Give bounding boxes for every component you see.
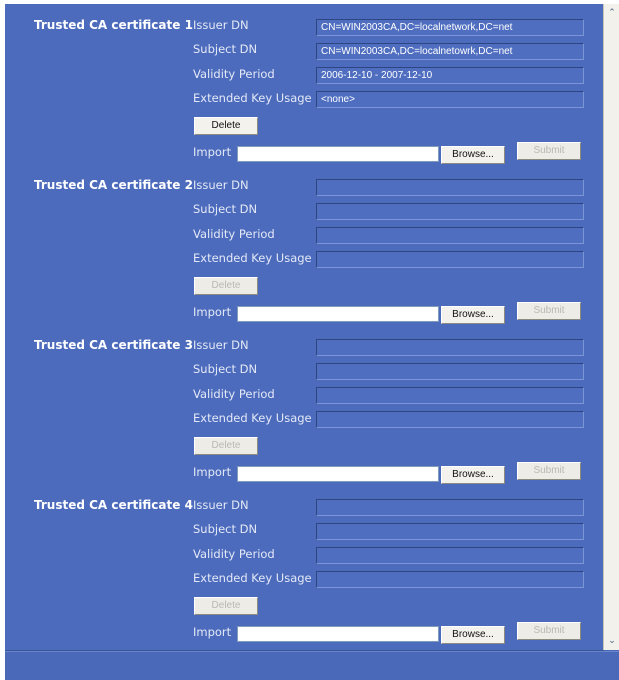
cert-section-3: Trusted CA certificate 3 Issuer DN Subje… <box>5 324 603 484</box>
delete-button[interactable]: Delete <box>194 597 258 615</box>
subject-dn-label: Subject DN <box>193 362 258 376</box>
validity-period-value: 2006-12-10 - 2007-12-10 <box>316 67 584 84</box>
scroll-down-icon[interactable]: ⌄ <box>605 634 619 648</box>
cert-section-2: Trusted CA certificate 2 Issuer DN Subje… <box>5 164 603 324</box>
subject-dn-label: Subject DN <box>193 42 258 56</box>
import-label: Import <box>193 305 232 319</box>
submit-button[interactable]: Submit <box>517 622 581 640</box>
subject-dn-label: Subject DN <box>193 522 258 536</box>
vertical-scrollbar[interactable]: ⌃ ⌄ <box>603 4 619 650</box>
extended-key-usage-value <box>316 251 584 268</box>
validity-period-value <box>316 227 584 244</box>
cert-title: Trusted CA certificate 3 <box>34 338 193 352</box>
cert-section-1: Trusted CA certificate 1 Issuer DN CN=WI… <box>5 4 603 164</box>
subject-dn-value <box>316 363 584 380</box>
submit-button[interactable]: Submit <box>517 462 581 480</box>
cert-title: Trusted CA certificate 2 <box>34 178 193 192</box>
extended-key-usage-label: Extended Key Usage <box>193 571 312 585</box>
browse-button[interactable]: Browse... <box>441 626 505 644</box>
browse-button[interactable]: Browse... <box>441 466 505 484</box>
cert-title: Trusted CA certificate 1 <box>34 18 193 32</box>
bottom-strip <box>5 651 619 680</box>
issuer-dn-value <box>316 339 584 356</box>
import-label: Import <box>193 145 232 159</box>
import-file-input[interactable] <box>237 306 439 322</box>
submit-button[interactable]: Submit <box>517 302 581 320</box>
import-label: Import <box>193 465 232 479</box>
extended-key-usage-label: Extended Key Usage <box>193 91 312 105</box>
extended-key-usage-value <box>316 411 584 428</box>
validity-period-label: Validity Period <box>193 67 275 81</box>
import-file-input[interactable] <box>237 146 439 162</box>
issuer-dn-label: Issuer DN <box>193 338 249 352</box>
browse-button[interactable]: Browse... <box>441 146 505 164</box>
delete-button[interactable]: Delete <box>194 277 258 295</box>
import-file-input[interactable] <box>237 626 439 642</box>
import-file-input[interactable] <box>237 466 439 482</box>
scroll-up-icon[interactable]: ⌃ <box>605 6 619 20</box>
subject-dn-value <box>316 523 584 540</box>
extended-key-usage-value <box>316 571 584 588</box>
settings-frame: Trusted CA certificate 1 Issuer DN CN=WI… <box>5 4 619 680</box>
issuer-dn-value <box>316 499 584 516</box>
issuer-dn-label: Issuer DN <box>193 178 249 192</box>
subject-dn-label: Subject DN <box>193 202 258 216</box>
extended-key-usage-label: Extended Key Usage <box>193 411 312 425</box>
delete-button[interactable]: Delete <box>194 117 258 135</box>
subject-dn-value: CN=WIN2003CA,DC=localnetowrk,DC=net <box>316 43 584 60</box>
browse-button[interactable]: Browse... <box>441 306 505 324</box>
validity-period-value <box>316 387 584 404</box>
issuer-dn-value <box>316 179 584 196</box>
validity-period-label: Validity Period <box>193 547 275 561</box>
extended-key-usage-value: <none> <box>316 91 584 108</box>
import-label: Import <box>193 625 232 639</box>
certificate-panel: Trusted CA certificate 1 Issuer DN CN=WI… <box>5 4 604 651</box>
cert-title: Trusted CA certificate 4 <box>34 498 193 512</box>
validity-period-label: Validity Period <box>193 227 275 241</box>
validity-period-value <box>316 547 584 564</box>
issuer-dn-value: CN=WIN2003CA,DC=localnetwork,DC=net <box>316 19 584 36</box>
extended-key-usage-label: Extended Key Usage <box>193 251 312 265</box>
issuer-dn-label: Issuer DN <box>193 498 249 512</box>
delete-button[interactable]: Delete <box>194 437 258 455</box>
submit-button[interactable]: Submit <box>517 142 581 160</box>
subject-dn-value <box>316 203 584 220</box>
cert-section-4: Trusted CA certificate 4 Issuer DN Subje… <box>5 484 603 644</box>
validity-period-label: Validity Period <box>193 387 275 401</box>
issuer-dn-label: Issuer DN <box>193 18 249 32</box>
